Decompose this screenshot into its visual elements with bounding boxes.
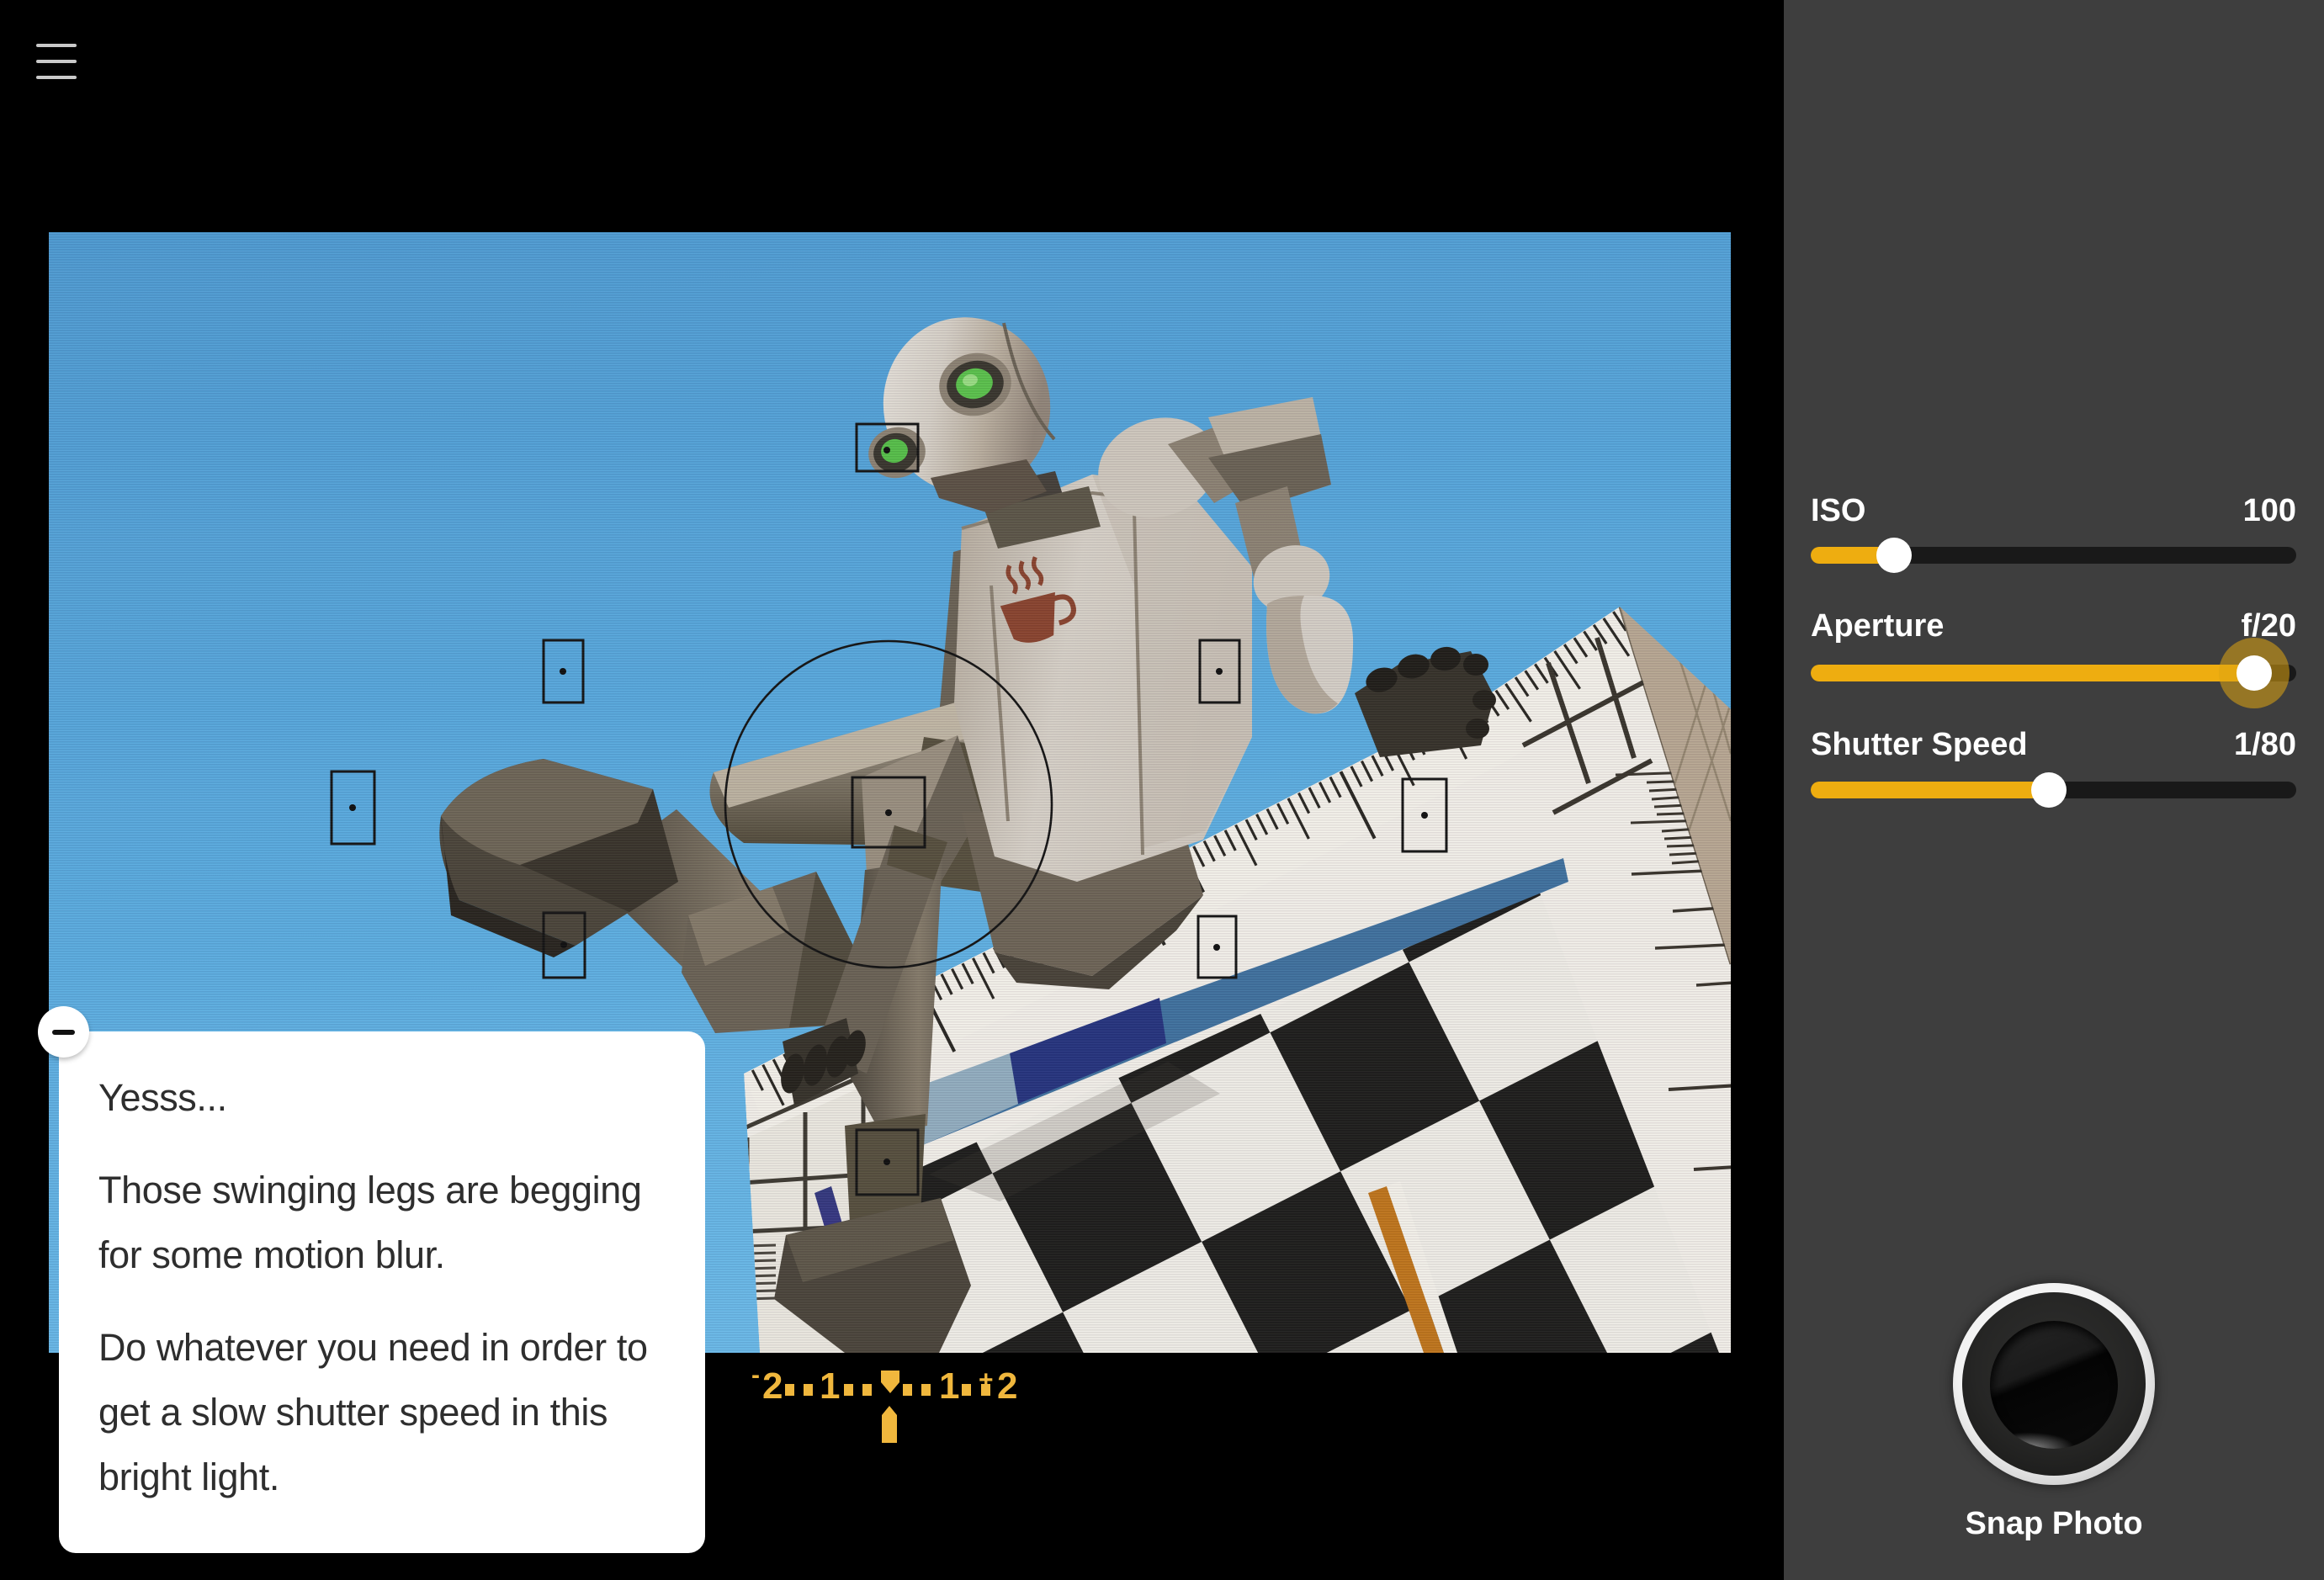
- svg-text:1: 1: [939, 1365, 959, 1407]
- svg-text:+: +: [979, 1366, 994, 1394]
- svg-text:1: 1: [820, 1365, 840, 1407]
- svg-text:2: 2: [997, 1365, 1017, 1407]
- svg-text:-: -: [751, 1361, 760, 1389]
- svg-text:2: 2: [762, 1365, 783, 1407]
